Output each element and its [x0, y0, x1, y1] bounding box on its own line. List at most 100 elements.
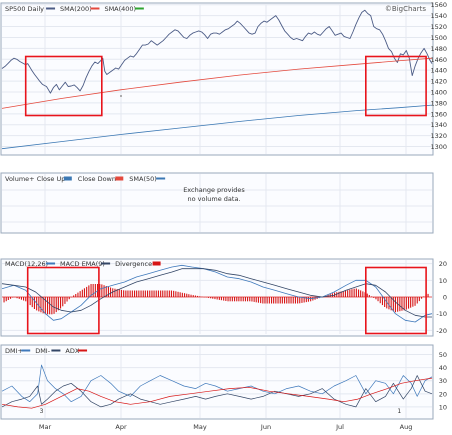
divergence-bar	[88, 285, 90, 297]
divergence-bar	[103, 285, 105, 297]
legend-label: ADX	[65, 347, 79, 355]
divergence-bar	[77, 292, 79, 297]
divergence-bar	[118, 289, 120, 297]
divergence-bar	[20, 297, 22, 300]
divergence-bar	[266, 297, 268, 304]
divergence-bar	[16, 297, 18, 299]
chart-stage: SP500 Daily SMA(200) SMA(400) ©BigCharts 1…	[0, 1, 447, 431]
divergence-bar	[160, 290, 162, 297]
y-tick-label: 1360	[430, 110, 447, 118]
y-tick-label: 1440	[430, 67, 447, 75]
divergence-bar	[240, 297, 242, 302]
divergence-bar	[260, 297, 262, 304]
y-tick-label: 1340	[430, 121, 447, 129]
divergence-bar	[273, 297, 275, 304]
divergence-bar	[101, 284, 103, 297]
month-label: Mar	[39, 423, 52, 431]
divergence-bar	[47, 297, 49, 315]
divergence-bar	[5, 297, 7, 302]
divergence-bar	[225, 297, 227, 301]
price-panel-frame	[0, 2, 434, 156]
divergence-bar	[94, 284, 96, 297]
y-tick-label: 10	[439, 403, 447, 411]
volume-panel: Volume+ Close Up Close Down SMA(50) Exchan…	[0, 172, 434, 234]
price-dot-marker	[120, 95, 122, 97]
divergence-bar	[231, 297, 233, 302]
divergence-bar	[286, 297, 288, 304]
legend-swatch-icon	[63, 176, 72, 181]
divergence-bar	[86, 286, 88, 297]
divergence-bar	[349, 289, 351, 297]
divergence-bar	[288, 297, 290, 304]
divergence-bar	[227, 297, 229, 302]
divergence-bar	[136, 290, 138, 297]
divergence-bar	[75, 294, 77, 297]
legend-label: Divergence	[115, 260, 152, 268]
divergence-bar	[120, 289, 122, 297]
divergence-bar	[255, 297, 257, 303]
divergence-bar	[379, 297, 381, 304]
divergence-bar	[351, 289, 353, 297]
divergence-bar	[275, 297, 277, 304]
divergence-bar	[199, 296, 201, 297]
divergence-bar	[114, 288, 116, 297]
divergence-bar	[310, 297, 312, 302]
legend-label: SMA(400)	[104, 5, 136, 13]
month-label: Jul	[335, 423, 344, 431]
divergence-bar	[427, 293, 429, 297]
divergence-bar	[179, 292, 181, 297]
y-tick-label: -20	[436, 327, 447, 335]
divergence-bar	[207, 297, 209, 298]
divergence-bar	[7, 297, 9, 300]
divergence-bar	[184, 293, 186, 297]
y-tick-label: 30	[439, 377, 447, 385]
divergence-bar	[299, 297, 301, 304]
legend-label: Volume+ Close Up	[5, 175, 65, 183]
y-tick-label: -10	[436, 310, 447, 318]
volume-legend: Volume+ Close Up Close Down SMA(50)	[5, 175, 166, 183]
y-tick-label: 1300	[430, 143, 447, 151]
month-label: Aug	[400, 423, 413, 431]
dmi-legend: DMI+ DMI- ADX	[5, 347, 88, 355]
divergence-bar	[358, 289, 360, 297]
divergence-bar	[147, 290, 149, 297]
divergence-bar	[168, 290, 170, 297]
divergence-bar	[173, 290, 175, 297]
divergence-bar	[353, 288, 355, 297]
divergence-bar	[371, 296, 373, 297]
divergence-bar	[33, 297, 35, 309]
y-tick-label: 1420	[430, 78, 447, 86]
divergence-bar	[212, 297, 214, 299]
divergence-bar	[251, 297, 253, 302]
divergence-bar	[218, 297, 220, 300]
divergence-bar	[194, 295, 196, 297]
divergence-bar	[62, 297, 64, 307]
dmi-extra-tick-label: 1	[397, 408, 401, 415]
y-tick-label: 1320	[430, 132, 447, 140]
divergence-bar	[284, 297, 286, 304]
divergence-bar	[60, 297, 62, 309]
divergence-bar	[155, 290, 157, 297]
y-tick-label: 1520	[430, 23, 447, 31]
divergence-bar	[192, 295, 194, 297]
divergence-bar	[405, 297, 407, 310]
divergence-bar	[414, 297, 416, 306]
divergence-bar	[181, 292, 183, 297]
divergence-bar	[166, 290, 168, 297]
divergence-bar	[107, 286, 109, 297]
divergence-bar	[110, 287, 112, 297]
y-tick-label: 1460	[430, 56, 447, 64]
divergence-bar	[23, 297, 25, 301]
divergence-bar	[25, 297, 27, 302]
divergence-bar	[157, 290, 159, 297]
divergence-bar	[151, 290, 153, 297]
divergence-bar	[144, 290, 146, 297]
divergence-bar	[388, 297, 390, 310]
divergence-bar	[210, 297, 212, 299]
y-tick-label: 1540	[430, 12, 447, 20]
divergence-bar	[290, 297, 292, 304]
dmi-y-axis: 50 40 30 20 10	[439, 351, 447, 411]
divergence-bar	[229, 297, 231, 302]
dmi-panel: DMI+ DMI- ADX 50 40 30 20 10 3 1	[0, 344, 447, 420]
divergence-bar	[292, 297, 294, 304]
